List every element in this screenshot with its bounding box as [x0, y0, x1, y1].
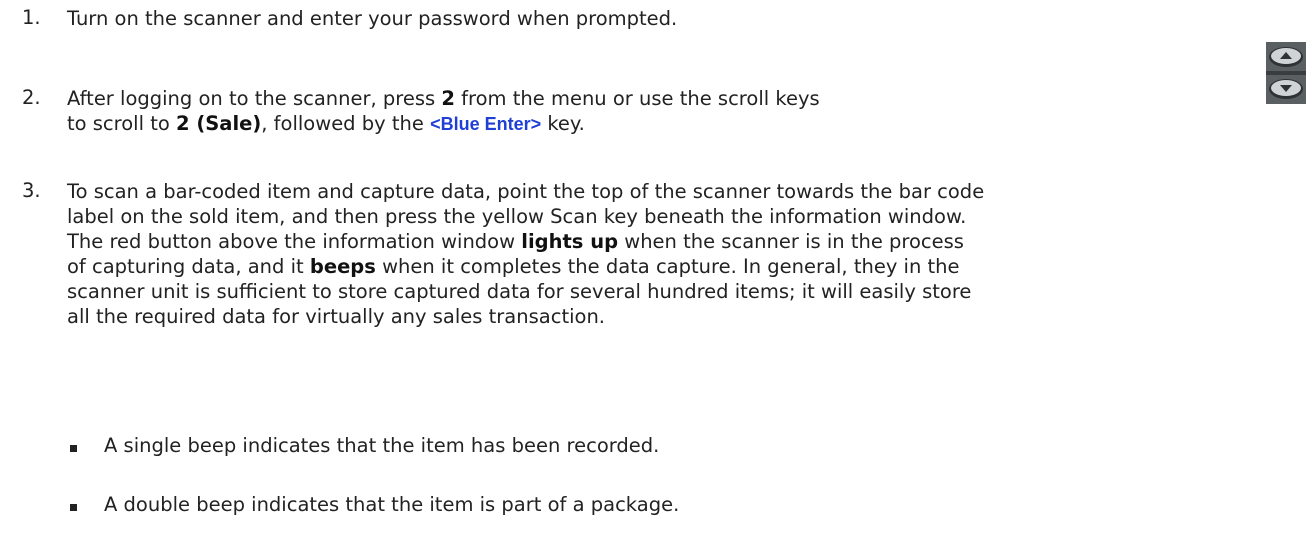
step-number: 2.	[22, 86, 41, 109]
step-3-line-2: label on the sold item, and then press t…	[67, 205, 967, 228]
scroll-up-down-keys-icon	[1266, 42, 1306, 104]
step-number: 3.	[22, 179, 41, 202]
step-3-line-3: The red button above the information win…	[67, 230, 964, 253]
step-3-line-4: of capturing data, and it beeps when it …	[67, 255, 960, 278]
step-number: 1.	[22, 6, 41, 29]
step-2-line-1: After logging on to the scanner, press 2…	[67, 87, 820, 110]
step-3-line-5: scanner unit is sufficient to store capt…	[67, 280, 972, 303]
step-text: Turn on the scanner and enter your passw…	[67, 7, 678, 30]
step-2-line-2: to scroll to 2 (Sale), followed by the <…	[67, 112, 585, 135]
bullet-text: A single beep indicates that the item ha…	[104, 434, 660, 457]
step-3-line-1: To scan a bar-coded item and capture dat…	[67, 180, 985, 203]
step-3-line-6: all the required data for virtually any …	[67, 305, 606, 328]
blue-enter-key-label: <Blue Enter>	[430, 114, 542, 134]
square-bullet-icon	[70, 445, 77, 452]
square-bullet-icon	[70, 504, 77, 511]
bullet-text: A double beep indicates that the item is…	[104, 493, 680, 516]
step-text: To scan a bar-coded item and capture dat…	[67, 179, 984, 329]
step-text: After logging on to the scanner, press 2…	[67, 86, 820, 136]
